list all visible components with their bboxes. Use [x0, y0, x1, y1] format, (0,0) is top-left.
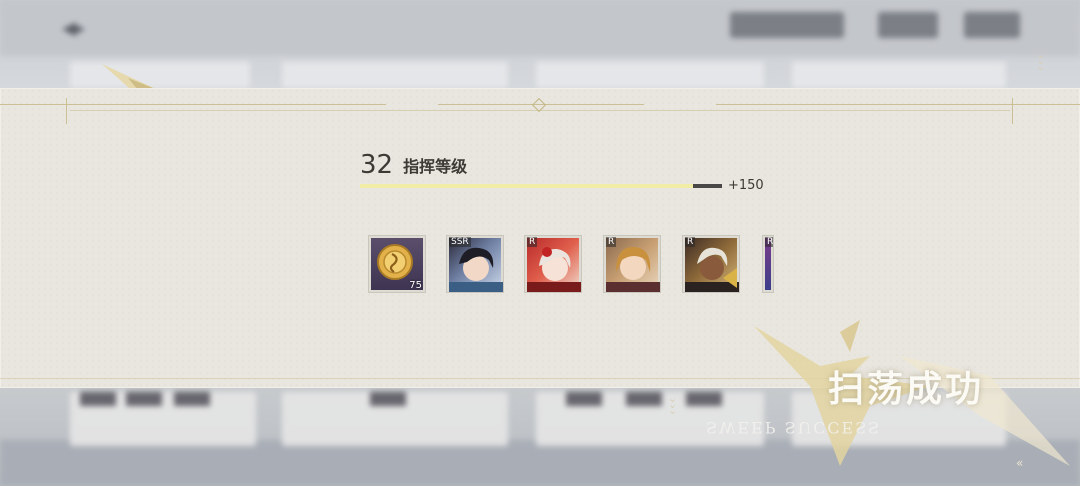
reward-character-card-partial[interactable]: R [762, 235, 774, 293]
reward-gold-coin[interactable]: 75 [368, 235, 426, 293]
currency-chip [730, 12, 844, 38]
rank-badge: R [527, 237, 538, 247]
reward-character-card[interactable]: R [603, 235, 661, 293]
rank-badge: R [606, 237, 617, 247]
rank-badge: R [685, 237, 696, 247]
tab-4[interactable] [792, 62, 1006, 88]
reward-quantity: 75 [409, 280, 422, 291]
reward-character-card[interactable]: SSR [446, 235, 504, 293]
menu-button[interactable] [964, 12, 1020, 38]
tab-2[interactable] [282, 62, 508, 88]
sweep-success-subtitle: SWEEP SUCCESS [706, 418, 881, 437]
back-button[interactable]: ◀▸ [62, 18, 92, 39]
exp-bar-fill [360, 184, 694, 188]
level-label: 指挥等级 [403, 157, 468, 176]
commander-level: 32 指挥等级 [360, 146, 467, 180]
reward-character-card[interactable]: R [524, 235, 582, 293]
scroll-indicator-icon: ⌄ ⌄ ⌄ [668, 392, 678, 417]
frame-left-bar [66, 98, 67, 124]
exp-gain: +150 [728, 178, 764, 193]
stage-card[interactable] [70, 392, 256, 446]
level-number: 32 [360, 150, 394, 180]
rank-badge: R [765, 237, 774, 247]
exp-bar [360, 184, 722, 188]
reward-character-card[interactable]: R [682, 235, 740, 293]
scroll-down-icon: ⌄ ⌄ ⌄ [1036, 48, 1046, 73]
frame-right-bar [1012, 98, 1013, 124]
currency-chip-2 [878, 12, 938, 38]
stage-card[interactable] [282, 392, 508, 446]
frame-top-line [716, 104, 1080, 105]
tab-3[interactable] [536, 62, 764, 88]
rank-badge: SSR [449, 237, 471, 247]
frame-top-line [0, 104, 386, 105]
sweep-success-title: 扫荡成功 [828, 368, 985, 410]
